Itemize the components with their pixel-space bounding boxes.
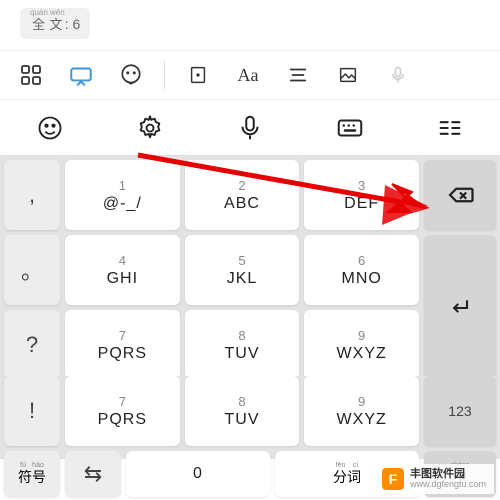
symbol-key[interactable]: 符号fú hào — [4, 451, 60, 497]
editor-toolbar: Aa — [0, 50, 500, 100]
watermark: F 丰图软件园 www.dgfengtu.com — [374, 464, 494, 494]
key-8[interactable]: 8TUV — [185, 310, 300, 380]
watermark-logo: F — [382, 468, 404, 490]
num123-key[interactable]: 123 — [424, 376, 496, 446]
rect-icon[interactable] — [177, 54, 219, 96]
key-7b[interactable]: 7PQRS — [65, 376, 180, 446]
backspace-key[interactable] — [424, 160, 496, 230]
side-key-exclaim[interactable]: ! — [4, 376, 60, 446]
emoji-face-icon[interactable] — [110, 54, 152, 96]
smiley-icon[interactable] — [0, 100, 100, 155]
key-8b[interactable]: 8TUV — [185, 376, 300, 446]
key-3[interactable]: 3DEF — [304, 160, 419, 230]
mic-small-icon[interactable] — [377, 54, 419, 96]
side-key-period[interactable]: 。 — [4, 235, 60, 305]
context-pill[interactable]: 全文quán wén: 6 — [20, 8, 90, 39]
key-0[interactable]: 0 — [126, 451, 270, 497]
enter-key[interactable] — [424, 235, 496, 380]
side-key-question[interactable]: ? — [4, 310, 60, 380]
key-2[interactable]: 2ABC — [185, 160, 300, 230]
font-icon[interactable]: Aa — [227, 54, 269, 96]
key-5[interactable]: 5JKL — [185, 235, 300, 305]
menu-lines-icon[interactable] — [400, 100, 500, 155]
apps-icon[interactable] — [10, 54, 52, 96]
key-9[interactable]: 9WXYZ — [304, 310, 419, 380]
image-icon[interactable] — [327, 54, 369, 96]
align-icon[interactable] — [277, 54, 319, 96]
watermark-url: www.dgfengtu.com — [410, 480, 486, 490]
ime-toolbar — [0, 100, 500, 156]
keyboard-icon[interactable] — [300, 100, 400, 155]
keyboard-toggle-icon[interactable] — [60, 54, 102, 96]
key-7[interactable]: 7PQRS — [65, 310, 180, 380]
mic-icon[interactable] — [200, 100, 300, 155]
side-key-comma[interactable]: , — [4, 160, 60, 230]
key-1[interactable]: 1@-_/ — [65, 160, 180, 230]
key-9b[interactable]: 9WXYZ — [304, 376, 419, 446]
switch-key[interactable]: ⇆ — [65, 451, 121, 497]
key-4[interactable]: 4GHI — [65, 235, 180, 305]
key-6[interactable]: 6MNO — [304, 235, 419, 305]
toolbar-divider — [164, 61, 165, 89]
gear-icon[interactable] — [100, 100, 200, 155]
